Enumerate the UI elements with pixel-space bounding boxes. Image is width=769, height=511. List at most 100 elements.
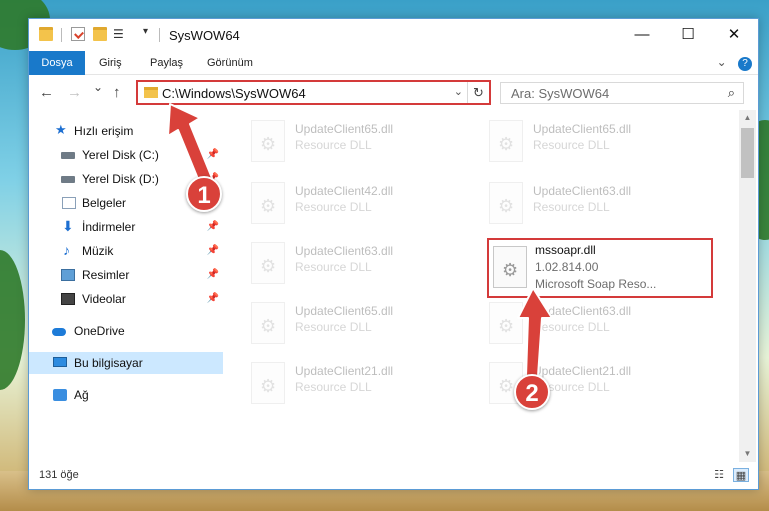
window-title: SysWOW64: [169, 28, 240, 43]
navigation-bar: ← → ⌄ ↑ C:\Windows\SysWOW64 ⌄ ↻ Ara: Sys…: [29, 76, 758, 110]
quick-access-dropdown-icon[interactable]: ▾: [143, 26, 148, 37]
chevron-down-icon[interactable]: ⌄: [717, 55, 727, 69]
sidebar-item-quick-access[interactable]: ★ Hızlı erişim: [29, 120, 223, 142]
file-name: UpdateClient63.dll: [295, 244, 394, 258]
file-tile[interactable]: UpdateClient65.dll Resource DLL: [489, 118, 719, 168]
file-name: UpdateClient42.dll: [295, 184, 394, 198]
dll-file-icon: [251, 120, 285, 162]
pin-icon[interactable]: 📌: [207, 144, 219, 166]
step-badge-1: 1: [186, 176, 222, 212]
dll-file-icon: [251, 242, 285, 284]
recent-locations-button[interactable]: ⌄: [93, 80, 103, 94]
sidebar-item-label: Müzik: [82, 244, 114, 258]
dll-file-icon: [489, 302, 523, 344]
search-input[interactable]: Ara: SysWOW64: [511, 86, 609, 101]
computer-icon: [53, 357, 67, 367]
sidebar-item-pictures[interactable]: Resimler 📌: [29, 264, 223, 286]
sidebar-item-label: Hızlı erişim: [74, 124, 134, 138]
sidebar-item-label: Yerel Disk (D:): [82, 172, 159, 186]
star-icon: ★: [55, 122, 67, 137]
pin-icon[interactable]: 📌: [207, 240, 219, 262]
address-path[interactable]: C:\Windows\SysWOW64: [162, 86, 306, 101]
item-count: 131 öğe: [39, 469, 79, 481]
sidebar-item-downloads[interactable]: ⬇ İndirmeler 📌: [29, 216, 223, 238]
forward-button[interactable]: →: [67, 84, 82, 101]
customize-toolbar-icon[interactable]: ☰: [113, 27, 127, 41]
file-description: Resource DLL: [295, 320, 372, 334]
search-icon[interactable]: ⌕: [728, 85, 735, 101]
file-tile[interactable]: UpdateClient63.dll Resource DLL: [251, 240, 481, 290]
dll-file-icon: [251, 182, 285, 224]
file-tile-mssoapr[interactable]: mssoapr.dll 1.02.814.00 Microsoft Soap R…: [487, 238, 713, 298]
chevron-down-icon[interactable]: ⌄: [454, 85, 463, 98]
address-bar[interactable]: C:\Windows\SysWOW64 ⌄ ↻: [136, 80, 491, 105]
properties-icon[interactable]: [71, 27, 85, 41]
sidebar-item-videos[interactable]: Videolar 📌: [29, 288, 223, 310]
dll-file-icon: [251, 302, 285, 344]
file-version: 1.02.814.00: [535, 260, 599, 274]
tab-view[interactable]: Görünüm: [197, 51, 263, 75]
dll-file-icon: [489, 182, 523, 224]
folder-icon: [39, 27, 53, 41]
file-tile[interactable]: UpdateClient21.dll Resource DLL: [251, 360, 481, 410]
scroll-up-arrow-icon[interactable]: ▲: [739, 110, 756, 126]
new-folder-icon[interactable]: [93, 27, 107, 41]
file-name: UpdateClient63.dll: [533, 184, 632, 198]
sidebar-item-label: Bu bilgisayar: [74, 356, 143, 370]
file-list: UpdateClient65.dll Resource DLL UpdateCl…: [225, 110, 739, 462]
music-icon: ♪: [63, 242, 70, 258]
up-button[interactable]: ↑: [113, 84, 121, 101]
tab-file[interactable]: Dosya: [29, 51, 85, 75]
file-name: mssoapr.dll: [535, 243, 596, 257]
dll-file-icon: [489, 120, 523, 162]
file-description: Resource DLL: [533, 200, 610, 214]
sidebar-item-label: Resimler: [82, 268, 130, 282]
back-button[interactable]: ←: [39, 84, 54, 101]
scroll-down-arrow-icon[interactable]: ▼: [739, 446, 756, 462]
sidebar-item-label: OneDrive: [74, 324, 125, 338]
drive-icon: [61, 152, 75, 159]
file-description: Resource DLL: [295, 200, 372, 214]
file-tile[interactable]: UpdateClient63.dll Resource DLL: [489, 180, 719, 230]
maximize-button[interactable]: ☐: [665, 19, 711, 51]
minimize-button[interactable]: —: [619, 19, 665, 51]
details-view-icon[interactable]: ☷: [711, 468, 727, 482]
close-button[interactable]: ✕: [711, 19, 757, 51]
dll-file-icon: [251, 362, 285, 404]
search-box[interactable]: Ara: SysWOW64 ⌕: [500, 82, 744, 104]
sidebar-item-music[interactable]: ♪ Müzik 📌: [29, 240, 223, 262]
vertical-scrollbar[interactable]: ▲ ▼: [739, 110, 756, 462]
file-description: Resource DLL: [295, 138, 372, 152]
sidebar-item-this-pc[interactable]: Bu bilgisayar: [29, 352, 223, 374]
file-description: Resource DLL: [533, 320, 610, 334]
scroll-thumb[interactable]: [741, 128, 754, 178]
pin-icon[interactable]: 📌: [207, 264, 219, 286]
refresh-button[interactable]: ↻: [467, 82, 489, 103]
file-tile[interactable]: UpdateClient65.dll Resource DLL: [251, 300, 481, 350]
folder-icon: [144, 87, 158, 98]
file-description: Resource DLL: [533, 138, 610, 152]
file-name: UpdateClient21.dll: [533, 364, 632, 378]
cloud-icon: [52, 328, 66, 336]
file-description: Microsoft Soap Reso...: [535, 277, 657, 291]
dll-file-icon: [493, 246, 527, 288]
pin-icon[interactable]: 📌: [207, 288, 219, 310]
pictures-icon: [61, 269, 75, 281]
tab-share[interactable]: Paylaş: [140, 51, 193, 75]
sidebar-item-local-disk-c[interactable]: Yerel Disk (C:) 📌: [29, 144, 223, 166]
sidebar-item-network[interactable]: Ağ: [29, 384, 223, 406]
ribbon-controls: ⌄ ?: [717, 55, 752, 71]
file-tile[interactable]: UpdateClient42.dll Resource DLL: [251, 180, 481, 230]
pin-icon[interactable]: 📌: [207, 216, 219, 238]
title-bar: ☰ ▾ SysWOW64 — ☐ ✕: [29, 19, 758, 51]
file-tile[interactable]: UpdateClient65.dll Resource DLL: [251, 118, 481, 168]
file-name: UpdateClient65.dll: [295, 122, 394, 136]
sidebar-item-onedrive[interactable]: OneDrive: [29, 320, 223, 342]
navigation-pane: ★ Hızlı erişim Yerel Disk (C:) 📌 Yerel D…: [29, 110, 225, 462]
tab-home[interactable]: Giriş: [89, 51, 132, 75]
file-explorer-window: ☰ ▾ SysWOW64 — ☐ ✕ Dosya Giriş Paylaş Gö…: [28, 18, 759, 490]
tiles-view-icon[interactable]: ▦: [733, 468, 749, 482]
help-icon[interactable]: ?: [738, 57, 752, 71]
file-name: UpdateClient63.dll: [533, 304, 632, 318]
file-tile[interactable]: UpdateClient63.dll Resource DLL: [489, 300, 719, 350]
